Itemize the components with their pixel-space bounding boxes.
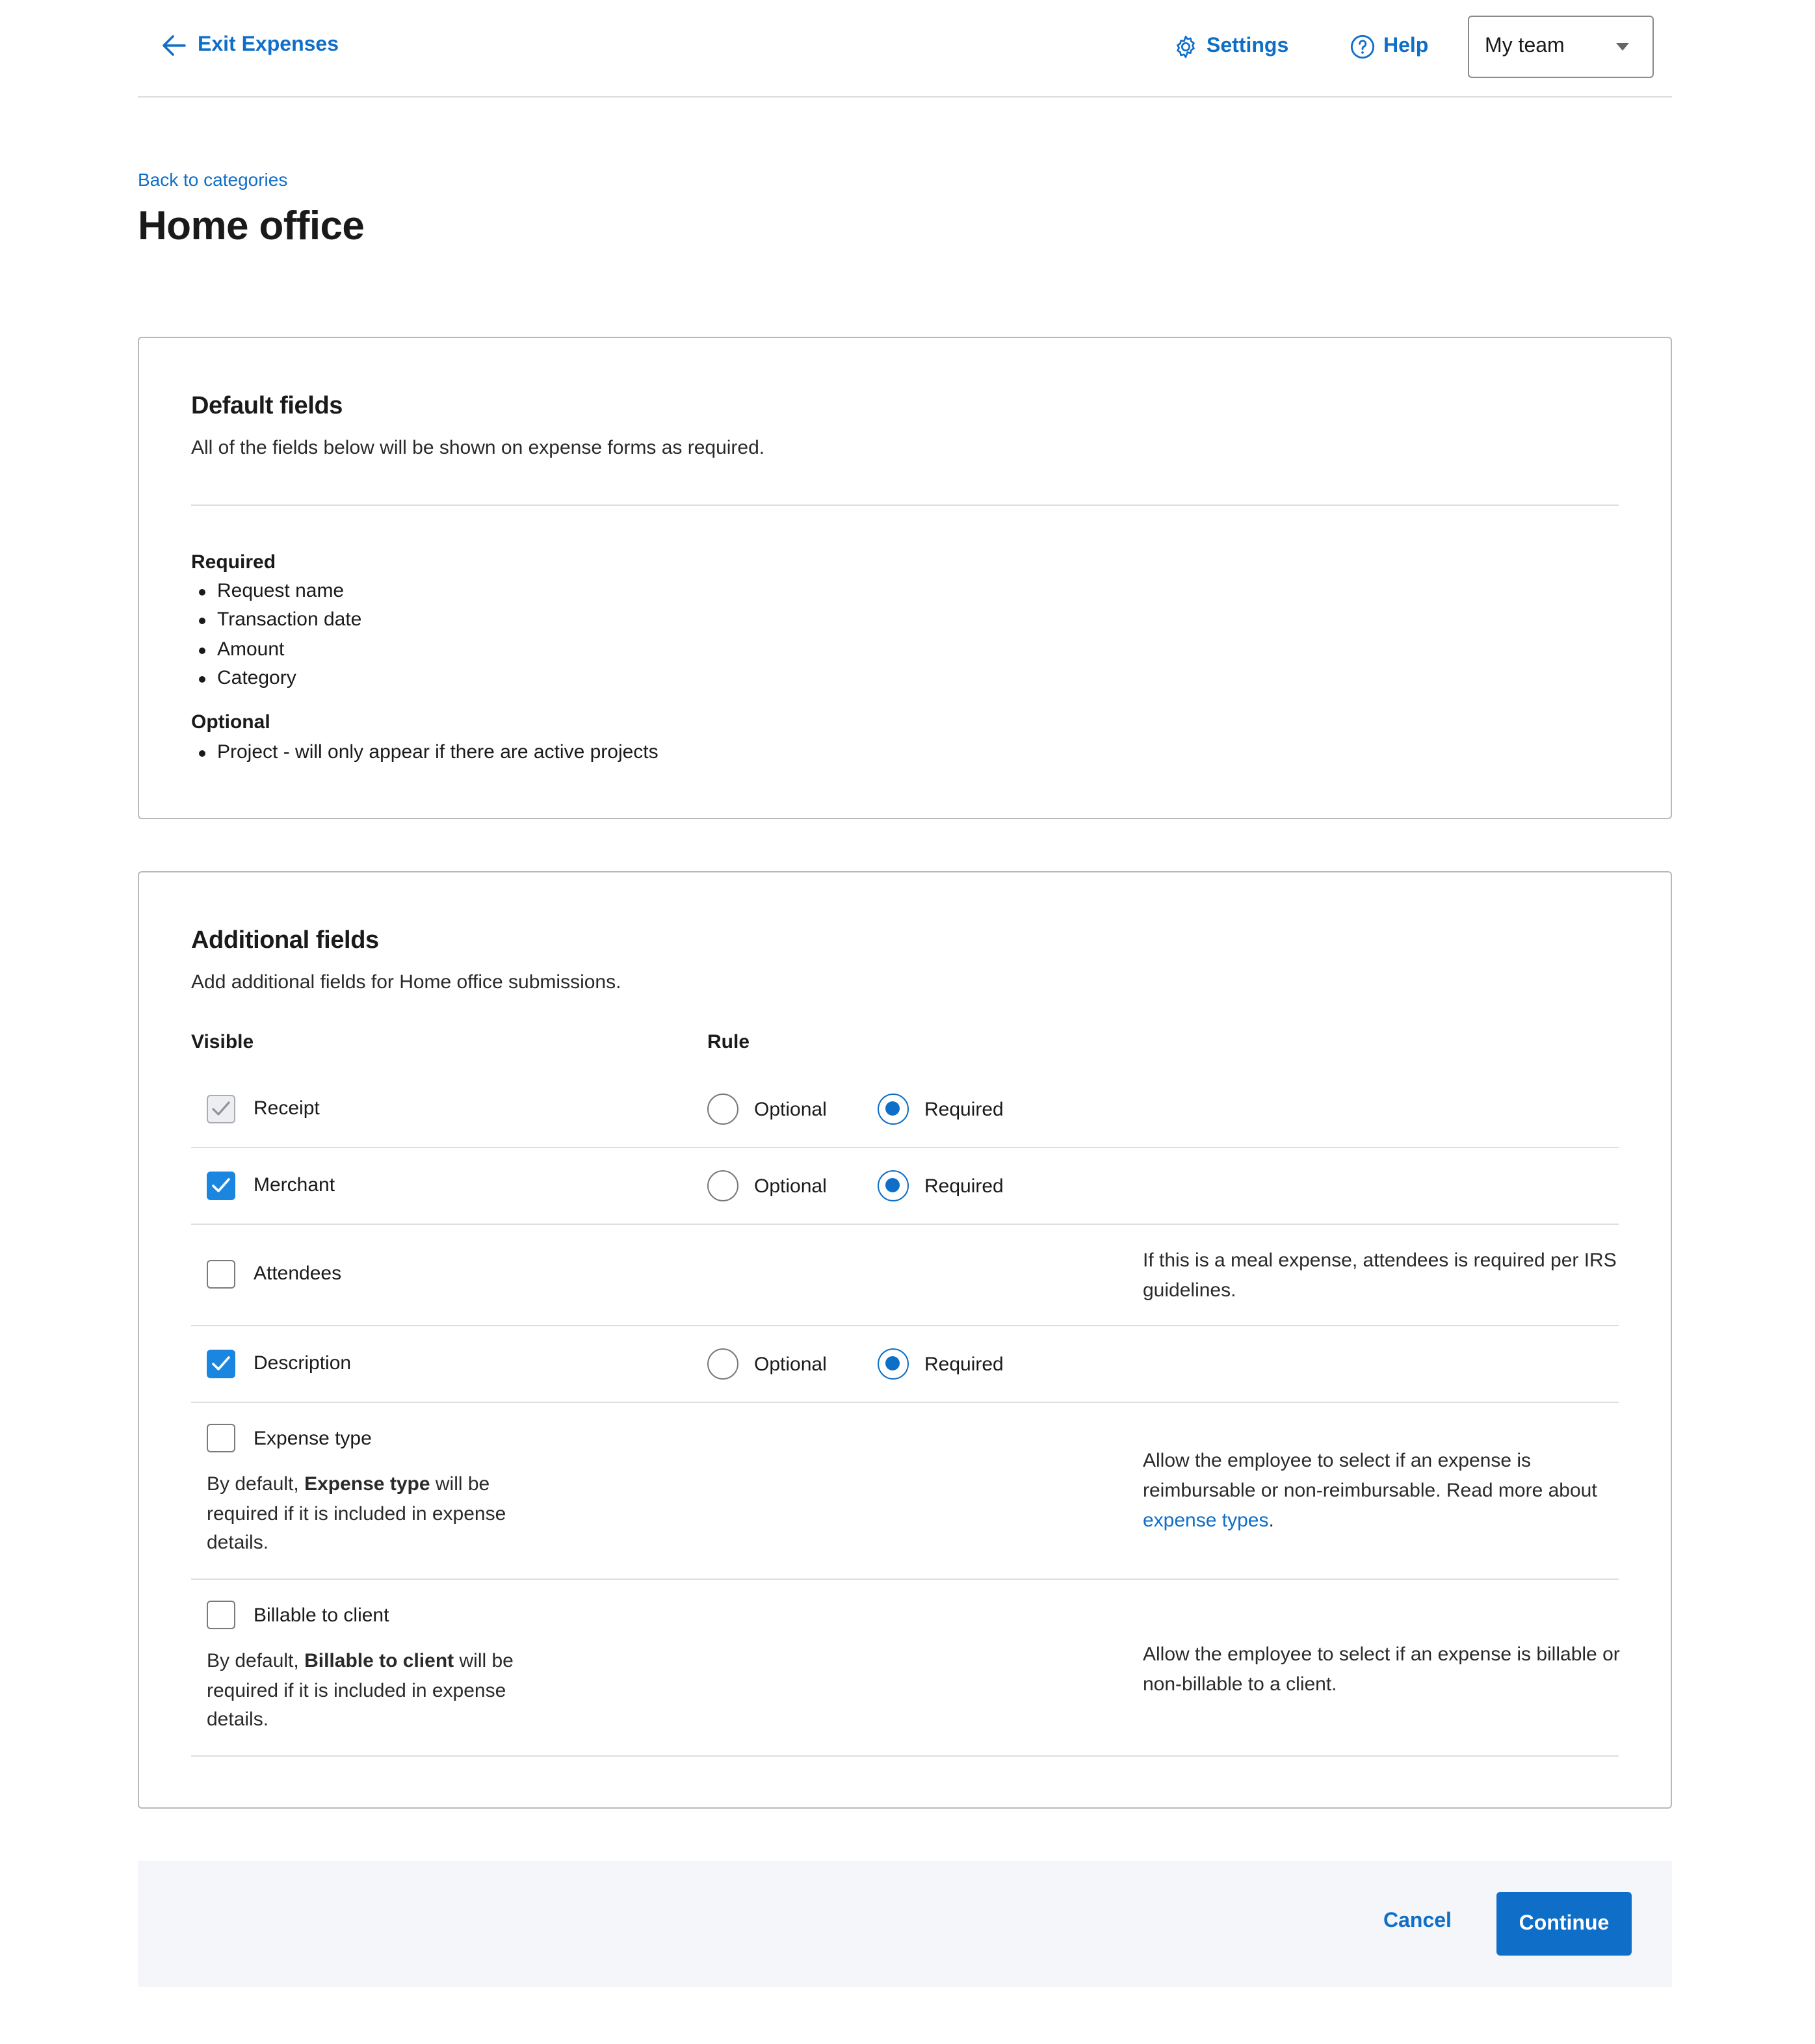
required-radio-label: Required xyxy=(924,1099,1004,1121)
default-fields-title: Default fields xyxy=(191,393,343,420)
field-row-billable-to-client: Billable to client By default, Billable … xyxy=(191,1580,1620,1757)
required-radio-label: Required xyxy=(924,1175,1004,1198)
settings-label: Settings xyxy=(1207,35,1289,57)
exit-expenses-label: Exit Expenses xyxy=(198,34,339,56)
list-item: Request name xyxy=(191,577,361,607)
expense-types-link[interactable]: expense types xyxy=(1143,1510,1268,1532)
field-label-attendees: Attendees xyxy=(254,1263,342,1285)
arrow-left-icon xyxy=(163,35,186,56)
team-select[interactable]: My team xyxy=(1468,16,1654,78)
merchant-optional-radio[interactable] xyxy=(707,1170,738,1201)
receipt-optional-radio[interactable] xyxy=(707,1094,738,1125)
continue-button[interactable]: Continue xyxy=(1496,1892,1632,1956)
additional-fields-description: Add additional fields for Home office su… xyxy=(191,971,621,993)
exit-expenses-link[interactable]: Exit Expenses xyxy=(161,34,339,57)
expense-type-note: Allow the employee to select if an expen… xyxy=(1143,1450,1597,1532)
additional-fields-card: Additional fields Add additional fields … xyxy=(138,871,1672,1809)
caret-down-icon xyxy=(1616,43,1629,51)
default-fields-card: Default fields All of the fields below w… xyxy=(138,337,1672,819)
cancel-button[interactable]: Cancel xyxy=(1383,1910,1452,1933)
settings-link[interactable]: Settings xyxy=(1173,34,1288,60)
top-bar: Exit Expenses Settings Help My team xyxy=(138,0,1672,98)
check-icon xyxy=(212,1356,230,1370)
default-fields-description: All of the fields below will be shown on… xyxy=(191,437,765,459)
list-item: Project - will only appear if there are … xyxy=(191,739,659,768)
field-row-merchant: Merchant Optional Required xyxy=(191,1148,1619,1225)
attendees-checkbox[interactable] xyxy=(207,1260,235,1289)
billable-default-note: By default, Billable to client will be r… xyxy=(207,1650,514,1731)
field-row-description: Description Optional Required xyxy=(191,1326,1619,1403)
field-label-merchant: Merchant xyxy=(254,1174,335,1196)
field-row-expense-type: Expense type By default, Expense type wi… xyxy=(191,1403,1619,1580)
divider xyxy=(191,504,1619,506)
list-item: Amount xyxy=(191,636,361,665)
description-optional-radio[interactable] xyxy=(707,1348,738,1380)
receipt-required-radio[interactable] xyxy=(878,1094,909,1125)
description-checkbox[interactable] xyxy=(207,1350,235,1378)
rule-column-header: Rule xyxy=(707,1031,750,1053)
list-item: Category xyxy=(191,664,361,694)
field-row-receipt: Receipt Optional Required xyxy=(191,1073,1619,1148)
page-title: Home office xyxy=(138,203,365,248)
back-to-categories-link[interactable]: Back to categories xyxy=(138,169,287,190)
optional-radio-label: Optional xyxy=(754,1354,827,1376)
field-label-billable-to-client: Billable to client xyxy=(254,1605,389,1627)
receipt-checkbox xyxy=(207,1095,235,1123)
team-select-value: My team xyxy=(1485,35,1565,57)
field-row-attendees: Attendees If this is a meal expense, att… xyxy=(191,1225,1619,1326)
gear-icon xyxy=(1177,35,1195,59)
billable-to-client-checkbox[interactable] xyxy=(207,1601,235,1629)
expense-type-default-note: By default, Expense type will be require… xyxy=(207,1473,506,1554)
field-label-description: Description xyxy=(254,1352,352,1374)
footer-action-bar: Cancel Continue xyxy=(138,1861,1672,1987)
required-list-title: Required xyxy=(191,551,276,573)
merchant-checkbox[interactable] xyxy=(207,1172,235,1200)
help-link[interactable]: Help xyxy=(1350,34,1428,60)
field-label-receipt: Receipt xyxy=(254,1097,320,1120)
optional-list-title: Optional xyxy=(191,711,270,733)
check-icon xyxy=(212,1178,230,1192)
optional-radio-label: Optional xyxy=(754,1175,827,1198)
required-radio-label: Required xyxy=(924,1354,1004,1376)
help-label: Help xyxy=(1383,35,1429,57)
additional-fields-title: Additional fields xyxy=(191,927,379,954)
optional-fields-list: Project - will only appear if there are … xyxy=(191,739,659,768)
description-required-radio[interactable] xyxy=(878,1348,909,1380)
visible-column-header: Visible xyxy=(191,1031,254,1053)
help-circle-icon xyxy=(1350,34,1375,59)
optional-radio-label: Optional xyxy=(754,1099,827,1121)
billable-note: Allow the employee to select if an expen… xyxy=(1143,1644,1620,1696)
attendees-note: If this is a meal expense, attendees is … xyxy=(1143,1250,1617,1302)
check-icon xyxy=(212,1101,230,1116)
list-item: Transaction date xyxy=(191,607,361,636)
field-label-expense-type: Expense type xyxy=(254,1428,372,1450)
required-fields-list: Request name Transaction date Amount Cat… xyxy=(191,577,361,694)
expense-type-checkbox[interactable] xyxy=(207,1424,235,1452)
merchant-required-radio[interactable] xyxy=(878,1170,909,1201)
